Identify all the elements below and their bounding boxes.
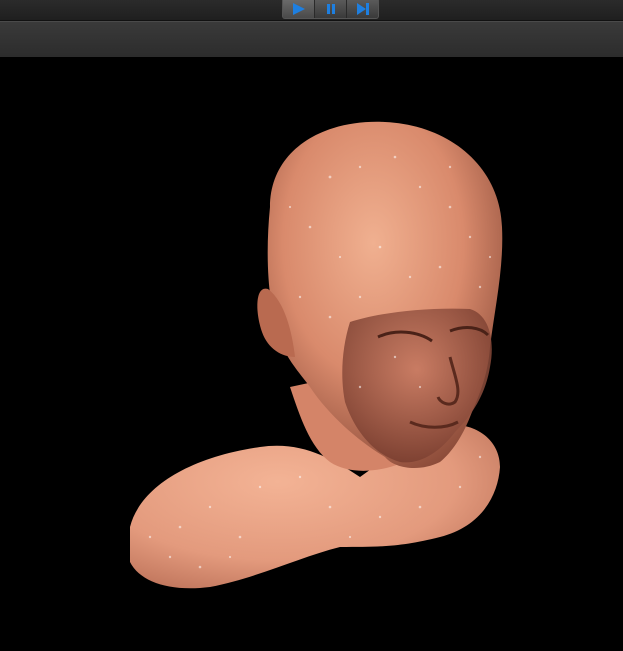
top-toolbar — [0, 0, 623, 21]
pause-icon — [326, 4, 335, 14]
head-bust-model — [130, 121, 503, 589]
secondary-toolbar — [0, 21, 623, 58]
step-forward-icon — [356, 3, 369, 15]
3d-viewport[interactable] — [0, 57, 623, 651]
play-button[interactable] — [283, 0, 315, 18]
step-forward-button[interactable] — [347, 0, 378, 18]
play-icon — [292, 3, 305, 15]
playback-controls — [282, 0, 379, 19]
pause-button[interactable] — [315, 0, 347, 18]
